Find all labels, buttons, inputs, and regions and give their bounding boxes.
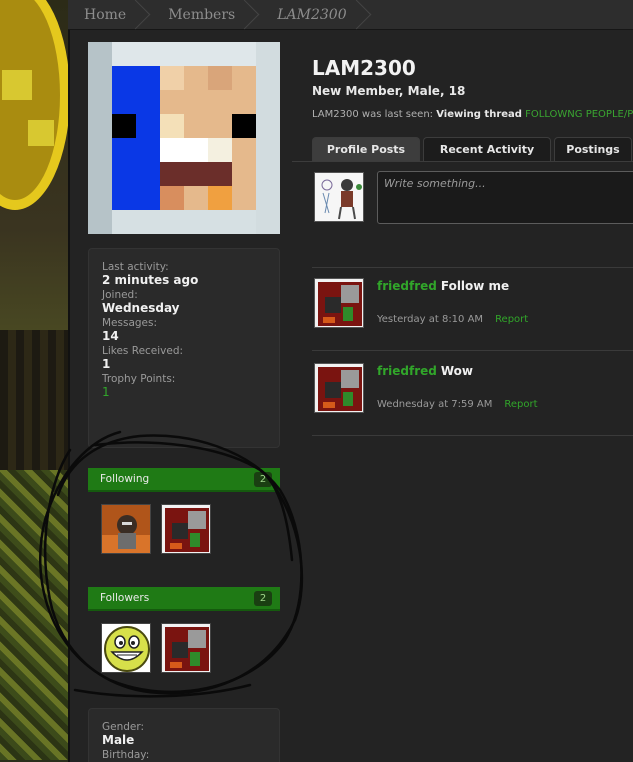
background-block [28,120,54,146]
post-text: Follow me [440,279,510,293]
background-scene-dark [0,330,70,470]
post-timestamp[interactable]: Wednesday at 7:59 AM [377,399,492,410]
followers-header[interactable]: Followers 2 [88,587,280,611]
divider [312,435,633,436]
stat-value-joined: Wednesday [102,301,180,315]
divider [312,350,633,351]
post-text: Wow [440,364,473,378]
following-avatar-2[interactable] [161,504,211,554]
stat-value-trophy-points[interactable]: 1 [102,385,266,399]
report-link[interactable]: Report [495,314,528,325]
following-avatar-1[interactable] [101,504,151,554]
background-block [2,70,32,100]
last-seen-prefix: LAM2300 was last seen: [312,109,437,120]
stat-label-last-activity: Last activity: [102,261,169,273]
followers-count[interactable]: 2 [254,591,272,606]
followers-label: Followers [100,592,150,604]
composer-avatar[interactable] [314,172,364,222]
profile-user-title: New Member, Male, 18 [312,84,466,98]
profile-avatar[interactable] [88,42,280,234]
last-seen: LAM2300 was last seen: Viewing thread FO… [312,109,633,120]
following-count[interactable]: 2 [254,472,272,487]
profile-username: LAM2300 [312,56,416,80]
breadcrumb-home[interactable]: Home [68,0,152,30]
composer-input[interactable]: Write something... [377,171,633,224]
profile-tabs: Profile Posts Recent Activity Postings [312,137,633,161]
post-author-line: friedfred Wow [377,364,473,378]
last-seen-action: Viewing thread [436,109,522,120]
divider [312,267,633,268]
stat-label-trophy-points: Trophy Points: [102,373,176,385]
breadcrumb-members[interactable]: Members [152,0,261,30]
stat-value-last-activity: 2 minutes ago [102,273,199,287]
stat-label-joined: Joined: [102,289,138,301]
tabs-divider [292,161,633,162]
gender-label: Gender: [102,721,145,733]
background-leaves [0,470,70,760]
gender-value: Male [102,733,135,747]
birthday-label: Birthday: [102,749,150,761]
post-author-line: friedfred Follow me [377,279,509,293]
post-author-avatar[interactable] [314,278,364,328]
post-meta: Wednesday at 7:59 AM Report [377,399,538,410]
post-meta: Yesterday at 8:10 AM Report [377,314,528,325]
stat-label-messages: Messages: [102,317,158,329]
tab-profile-posts[interactable]: Profile Posts [312,137,420,161]
followers-avatar-1[interactable] [101,623,151,673]
stat-value-messages[interactable]: 14 [102,329,266,343]
profile-stats: Last activity: 2 minutes ago Joined: Wed… [88,248,280,448]
profile-details: Gender: Male Birthday: [88,708,280,762]
post-author-avatar[interactable] [314,363,364,413]
post-timestamp[interactable]: Yesterday at 8:10 AM [377,314,483,325]
stat-label-likes: Likes Received: [102,345,184,357]
post-author-link[interactable]: friedfred [377,364,437,378]
breadcrumb: Home Members LAM2300 [68,0,633,30]
post-author-link[interactable]: friedfred [377,279,437,293]
followers-avatar-2[interactable] [161,623,211,673]
tab-postings[interactable]: Postings [554,137,632,161]
stat-value-likes: 1 [102,357,111,371]
report-link[interactable]: Report [504,399,537,410]
tab-recent-activity[interactable]: Recent Activity [423,137,551,161]
last-seen-thread-link[interactable]: FOLLOWNG PEOPLE/PEO [525,109,633,120]
following-label: Following [100,473,150,485]
following-header[interactable]: Following 2 [88,468,280,492]
breadcrumb-current[interactable]: LAM2300 [261,0,372,30]
